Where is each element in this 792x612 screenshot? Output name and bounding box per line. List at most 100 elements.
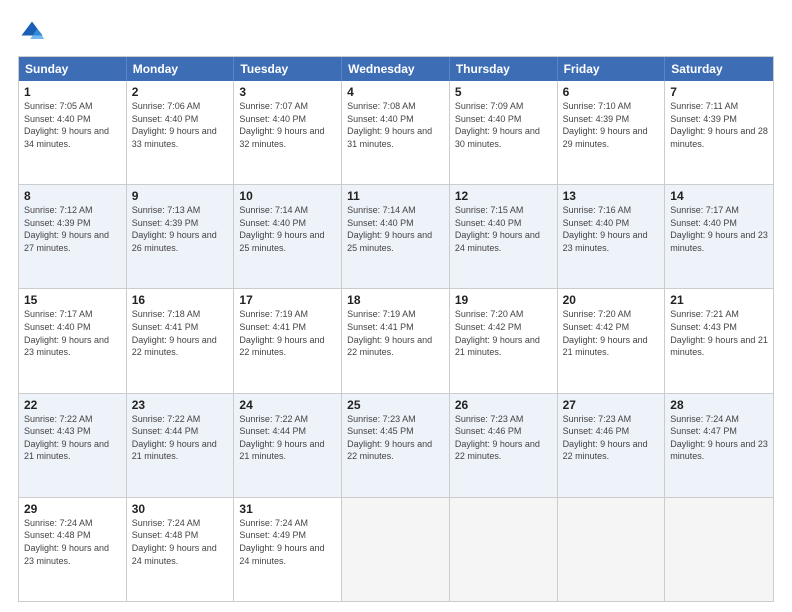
day-number: 21 xyxy=(670,293,768,307)
calendar-cell-27: 27Sunrise: 7:23 AM Sunset: 4:46 PM Dayli… xyxy=(558,394,666,497)
calendar-cell-25: 25Sunrise: 7:23 AM Sunset: 4:45 PM Dayli… xyxy=(342,394,450,497)
calendar-cell-30: 30Sunrise: 7:24 AM Sunset: 4:48 PM Dayli… xyxy=(127,498,235,601)
calendar-cell-8: 8Sunrise: 7:12 AM Sunset: 4:39 PM Daylig… xyxy=(19,185,127,288)
day-number: 5 xyxy=(455,85,552,99)
calendar-cell-22: 22Sunrise: 7:22 AM Sunset: 4:43 PM Dayli… xyxy=(19,394,127,497)
calendar-header: SundayMondayTuesdayWednesdayThursdayFrid… xyxy=(19,57,773,81)
cell-info: Sunrise: 7:10 AM Sunset: 4:39 PM Dayligh… xyxy=(563,100,660,150)
day-number: 28 xyxy=(670,398,768,412)
day-number: 10 xyxy=(239,189,336,203)
day-number: 4 xyxy=(347,85,444,99)
calendar-cell-empty xyxy=(450,498,558,601)
day-number: 23 xyxy=(132,398,229,412)
day-number: 30 xyxy=(132,502,229,516)
cell-info: Sunrise: 7:20 AM Sunset: 4:42 PM Dayligh… xyxy=(563,308,660,358)
day-number: 14 xyxy=(670,189,768,203)
calendar-cell-18: 18Sunrise: 7:19 AM Sunset: 4:41 PM Dayli… xyxy=(342,289,450,392)
calendar: SundayMondayTuesdayWednesdayThursdayFrid… xyxy=(18,56,774,602)
calendar-row-4: 29 Sunrise: 7:24 AM Sunset: 4:48 PM Dayli… xyxy=(19,498,773,601)
day-number: 2 xyxy=(132,85,229,99)
logo-icon xyxy=(18,18,46,46)
logo xyxy=(18,18,50,46)
calendar-cell-20: 20Sunrise: 7:20 AM Sunset: 4:42 PM Dayli… xyxy=(558,289,666,392)
cell-info: Sunrise: 7:22 AM Sunset: 4:44 PM Dayligh… xyxy=(132,413,229,463)
day-number: 19 xyxy=(455,293,552,307)
cell-info: Sunrise: 7:19 AM Sunset: 4:41 PM Dayligh… xyxy=(347,308,444,358)
day-number: 13 xyxy=(563,189,660,203)
calendar-cell-5: 5Sunrise: 7:09 AM Sunset: 4:40 PM Daylig… xyxy=(450,81,558,184)
calendar-cell-9: 9Sunrise: 7:13 AM Sunset: 4:39 PM Daylig… xyxy=(127,185,235,288)
cell-info: Sunrise: 7:06 AM Sunset: 4:40 PM Dayligh… xyxy=(132,100,229,150)
cell-info: Sunrise: 7:14 AM Sunset: 4:40 PM Dayligh… xyxy=(347,204,444,254)
calendar-cell-15: 15Sunrise: 7:17 AM Sunset: 4:40 PM Dayli… xyxy=(19,289,127,392)
cell-info: Sunrise: 7:22 AM Sunset: 4:43 PM Dayligh… xyxy=(24,413,121,463)
calendar-cell-26: 26Sunrise: 7:23 AM Sunset: 4:46 PM Dayli… xyxy=(450,394,558,497)
header-day-sunday: Sunday xyxy=(19,57,127,81)
day-number: 6 xyxy=(563,85,660,99)
calendar-cell-12: 12Sunrise: 7:15 AM Sunset: 4:40 PM Dayli… xyxy=(450,185,558,288)
cell-info: Sunrise: 7:20 AM Sunset: 4:42 PM Dayligh… xyxy=(455,308,552,358)
cell-info: Sunrise: 7:17 AM Sunset: 4:40 PM Dayligh… xyxy=(670,204,768,254)
header-day-monday: Monday xyxy=(127,57,235,81)
calendar-row-3: 22Sunrise: 7:22 AM Sunset: 4:43 PM Dayli… xyxy=(19,394,773,498)
calendar-cell-29: 29Sunrise: 7:24 AM Sunset: 4:48 PM Dayli… xyxy=(19,498,127,601)
day-number: 8 xyxy=(24,189,121,203)
cell-info: Sunrise: 7:17 AM Sunset: 4:40 PM Dayligh… xyxy=(24,308,121,358)
calendar-cell-3: 3Sunrise: 7:07 AM Sunset: 4:40 PM Daylig… xyxy=(234,81,342,184)
header-day-thursday: Thursday xyxy=(450,57,558,81)
calendar-cell-13: 13Sunrise: 7:16 AM Sunset: 4:40 PM Dayli… xyxy=(558,185,666,288)
calendar-cell-empty xyxy=(665,498,773,601)
day-number: 18 xyxy=(347,293,444,307)
calendar-row-1: 8Sunrise: 7:12 AM Sunset: 4:39 PM Daylig… xyxy=(19,185,773,289)
cell-info: Sunrise: 7:16 AM Sunset: 4:40 PM Dayligh… xyxy=(563,204,660,254)
calendar-cell-31: 31Sunrise: 7:24 AM Sunset: 4:49 PM Dayli… xyxy=(234,498,342,601)
calendar-cell-4: 4Sunrise: 7:08 AM Sunset: 4:40 PM Daylig… xyxy=(342,81,450,184)
calendar-cell-10: 10Sunrise: 7:14 AM Sunset: 4:40 PM Dayli… xyxy=(234,185,342,288)
cell-info: Sunrise: 7:08 AM Sunset: 4:40 PM Dayligh… xyxy=(347,100,444,150)
calendar-cell-17: 17Sunrise: 7:19 AM Sunset: 4:41 PM Dayli… xyxy=(234,289,342,392)
day-number: 12 xyxy=(455,189,552,203)
cell-info: Sunrise: 7:23 AM Sunset: 4:46 PM Dayligh… xyxy=(455,413,552,463)
cell-info: Sunrise: 7:11 AM Sunset: 4:39 PM Dayligh… xyxy=(670,100,768,150)
calendar-cell-empty xyxy=(558,498,666,601)
cell-info: Sunrise: 7:23 AM Sunset: 4:46 PM Dayligh… xyxy=(563,413,660,463)
cell-info: Sunrise: 7:21 AM Sunset: 4:43 PM Dayligh… xyxy=(670,308,768,358)
cell-info: Sunrise: 7:24 AM Sunset: 4:48 PM Dayligh… xyxy=(132,517,229,567)
day-number: 24 xyxy=(239,398,336,412)
calendar-row-0: 1Sunrise: 7:05 AM Sunset: 4:40 PM Daylig… xyxy=(19,81,773,185)
day-number: 31 xyxy=(239,502,336,516)
day-number: 20 xyxy=(563,293,660,307)
cell-info: Sunrise: 7:12 AM Sunset: 4:39 PM Dayligh… xyxy=(24,204,121,254)
cell-info: Sunrise: 7:13 AM Sunset: 4:39 PM Dayligh… xyxy=(132,204,229,254)
cell-info: Sunrise: 7:18 AM Sunset: 4:41 PM Dayligh… xyxy=(132,308,229,358)
cell-info: Sunrise: 7:19 AM Sunset: 4:41 PM Dayligh… xyxy=(239,308,336,358)
cell-info: Sunrise: 7:23 AM Sunset: 4:45 PM Dayligh… xyxy=(347,413,444,463)
day-number: 15 xyxy=(24,293,121,307)
day-number: 29 xyxy=(24,502,121,516)
calendar-cell-7: 7Sunrise: 7:11 AM Sunset: 4:39 PM Daylig… xyxy=(665,81,773,184)
page: SundayMondayTuesdayWednesdayThursdayFrid… xyxy=(0,0,792,612)
calendar-cell-21: 21Sunrise: 7:21 AM Sunset: 4:43 PM Dayli… xyxy=(665,289,773,392)
cell-info: Sunrise: 7:15 AM Sunset: 4:40 PM Dayligh… xyxy=(455,204,552,254)
cell-info: Sunrise: 7:14 AM Sunset: 4:40 PM Dayligh… xyxy=(239,204,336,254)
day-number: 1 xyxy=(24,85,121,99)
calendar-cell-empty xyxy=(342,498,450,601)
cell-info: Sunrise: 7:22 AM Sunset: 4:44 PM Dayligh… xyxy=(239,413,336,463)
calendar-cell-2: 2Sunrise: 7:06 AM Sunset: 4:40 PM Daylig… xyxy=(127,81,235,184)
cell-info: Sunrise: 7:05 AM Sunset: 4:40 PM Dayligh… xyxy=(24,100,121,150)
calendar-body: 1Sunrise: 7:05 AM Sunset: 4:40 PM Daylig… xyxy=(19,81,773,601)
calendar-cell-14: 14Sunrise: 7:17 AM Sunset: 4:40 PM Dayli… xyxy=(665,185,773,288)
cell-info: Sunrise: 7:09 AM Sunset: 4:40 PM Dayligh… xyxy=(455,100,552,150)
day-number: 22 xyxy=(24,398,121,412)
day-number: 17 xyxy=(239,293,336,307)
header xyxy=(18,18,774,46)
day-number: 26 xyxy=(455,398,552,412)
header-day-saturday: Saturday xyxy=(665,57,773,81)
day-number: 11 xyxy=(347,189,444,203)
day-number: 7 xyxy=(670,85,768,99)
calendar-cell-11: 11Sunrise: 7:14 AM Sunset: 4:40 PM Dayli… xyxy=(342,185,450,288)
calendar-cell-24: 24Sunrise: 7:22 AM Sunset: 4:44 PM Dayli… xyxy=(234,394,342,497)
cell-info: Sunrise: 7:24 AM Sunset: 4:47 PM Dayligh… xyxy=(670,413,768,463)
calendar-cell-16: 16Sunrise: 7:18 AM Sunset: 4:41 PM Dayli… xyxy=(127,289,235,392)
calendar-cell-19: 19Sunrise: 7:20 AM Sunset: 4:42 PM Dayli… xyxy=(450,289,558,392)
